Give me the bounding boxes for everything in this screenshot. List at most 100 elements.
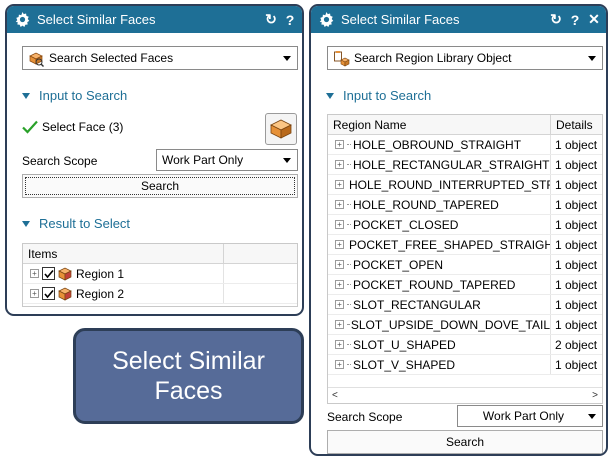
table-row[interactable]: + POCKET_CLOSED 1 object xyxy=(328,215,602,235)
region-name-cell: + SLOT_U_SHAPED xyxy=(328,335,551,354)
column-header-empty xyxy=(224,244,297,263)
region-details: 1 object xyxy=(555,197,598,212)
region-name-cell: + POCKET_FREE_SHAPED_STRAIGHT xyxy=(328,235,551,254)
close-icon[interactable]: ✕ xyxy=(588,11,600,28)
input-to-search-section[interactable]: Input to Search xyxy=(22,88,127,103)
help-icon[interactable]: ? xyxy=(569,12,581,28)
input-to-search-section[interactable]: Input to Search xyxy=(326,88,431,103)
search-type-dropdown[interactable]: Search Region Library Object xyxy=(327,46,603,70)
dialog-title-bar[interactable]: Select Similar Faces ↻ ? ✕ xyxy=(311,6,606,33)
region-name: SLOT_RECTANGULAR xyxy=(353,297,481,312)
scroll-right-icon[interactable]: > xyxy=(592,390,598,401)
expand-icon[interactable]: + xyxy=(335,200,344,209)
search-scope-value: Work Part Only xyxy=(162,153,244,167)
dialog-title: Select Similar Faces xyxy=(37,12,156,27)
expand-icon[interactable]: + xyxy=(335,300,344,309)
region-name-cell: + HOLE_RECTANGULAR_STRAIGHT xyxy=(328,155,551,174)
result-to-select-section[interactable]: Result to Select xyxy=(22,216,130,231)
region-name-cell: + SLOT_UPSIDE_DOWN_DOVE_TAIL xyxy=(328,315,551,334)
table-row[interactable]: + POCKET_ROUND_TAPERED 1 object xyxy=(328,275,602,295)
region-name-cell: + POCKET_OPEN xyxy=(328,255,551,274)
table-row[interactable]: + HOLE_ROUND_TAPERED 1 object xyxy=(328,195,602,215)
region-name: SLOT_UPSIDE_DOWN_DOVE_TAIL xyxy=(350,317,550,332)
checkbox[interactable] xyxy=(42,287,55,300)
expand-icon[interactable]: + xyxy=(335,140,344,149)
face-cube-icon xyxy=(269,117,293,141)
caption-box: Select Similar Faces xyxy=(73,328,304,424)
column-header-region-name[interactable]: Region Name xyxy=(328,115,551,134)
table-row[interactable]: + SLOT_V_SHAPED 1 object xyxy=(328,355,602,375)
table-row[interactable]: + POCKET_OPEN 1 object xyxy=(328,255,602,275)
table-row[interactable]: + HOLE_OBROUND_STRAIGHT 1 object xyxy=(328,135,602,155)
table-row[interactable]: + HOLE_ROUND_INTERRUPTED_STRA... 1 object xyxy=(328,175,602,195)
expand-icon[interactable]: + xyxy=(335,320,344,329)
select-face-row[interactable]: Select Face (3) xyxy=(22,120,123,134)
expand-icon[interactable]: + xyxy=(335,360,344,369)
reset-icon[interactable]: ↻ xyxy=(550,11,562,28)
search-scope-dropdown[interactable]: Work Part Only xyxy=(156,149,298,171)
scroll-left-icon[interactable]: < xyxy=(332,390,338,401)
help-icon[interactable]: ? xyxy=(284,12,296,28)
search-scope-value: Work Part Only xyxy=(482,409,565,423)
collapse-triangle-icon xyxy=(326,92,334,99)
region-name-cell: + HOLE_ROUND_TAPERED xyxy=(328,195,551,214)
chevron-down-icon xyxy=(283,157,291,163)
region-name-cell: + SLOT_V_SHAPED xyxy=(328,355,551,374)
search-type-value: Search Region Library Object xyxy=(354,51,512,65)
region-details: 1 object xyxy=(555,357,598,372)
region-label: Region 2 xyxy=(76,286,125,301)
dialog-title: Select Similar Faces xyxy=(341,12,460,27)
select-similar-faces-dialog-left: Select Similar Faces ↻ ? Search Selected… xyxy=(5,4,304,316)
search-scope-dropdown[interactable]: Work Part Only xyxy=(457,405,603,427)
table-row[interactable]: + SLOT_U_SHAPED 2 object xyxy=(328,335,602,355)
chevron-down-icon xyxy=(283,55,291,61)
table-row[interactable]: + SLOT_RECTANGULAR 1 object xyxy=(328,295,602,315)
region-details: 1 object xyxy=(555,257,598,272)
grid-header: Region Name Details xyxy=(328,115,602,135)
face-selector-button[interactable] xyxy=(265,113,297,145)
section-label: Result to Select xyxy=(39,216,131,231)
region-details: 1 object xyxy=(555,217,598,232)
tree-connector xyxy=(347,364,351,365)
column-header-items[interactable]: Items xyxy=(23,244,224,263)
selected-faces-icon xyxy=(28,50,45,67)
reset-icon[interactable]: ↻ xyxy=(265,11,277,28)
table-row[interactable]: + Region 1 xyxy=(23,264,297,284)
horizontal-scrollbar[interactable]: < > xyxy=(328,387,602,403)
checkmark-icon xyxy=(22,120,38,134)
search-type-value: Search Selected Faces xyxy=(49,51,174,65)
dialog-title-bar[interactable]: Select Similar Faces ↻ ? xyxy=(7,6,302,33)
checkbox[interactable] xyxy=(42,267,55,280)
expand-icon[interactable]: + xyxy=(335,180,344,189)
expand-icon[interactable]: + xyxy=(335,260,344,269)
section-label: Input to Search xyxy=(343,88,432,103)
collapse-triangle-icon xyxy=(22,92,30,99)
expand-icon[interactable]: + xyxy=(30,269,39,278)
region-name: HOLE_OBROUND_STRAIGHT xyxy=(353,137,522,152)
search-button[interactable]: Search xyxy=(327,430,603,454)
expand-icon[interactable]: + xyxy=(335,220,344,229)
region-name-cell: + HOLE_OBROUND_STRAIGHT xyxy=(328,135,551,154)
search-button[interactable]: Search xyxy=(22,174,298,198)
region-icon xyxy=(57,267,73,281)
column-header-details[interactable]: Details xyxy=(551,115,602,134)
expand-icon[interactable]: + xyxy=(335,280,344,289)
tree-connector xyxy=(347,344,351,345)
region-icon xyxy=(57,287,73,301)
table-row[interactable]: + Region 2 xyxy=(23,284,297,304)
search-type-dropdown[interactable]: Search Selected Faces xyxy=(22,46,298,70)
table-row[interactable]: + HOLE_RECTANGULAR_STRAIGHT 1 object xyxy=(328,155,602,175)
select-similar-faces-dialog-right: Select Similar Faces ↻ ? ✕ Search Region… xyxy=(309,4,608,456)
expand-icon[interactable]: + xyxy=(335,340,344,349)
region-name: HOLE_ROUND_INTERRUPTED_STRA... xyxy=(349,177,551,192)
tree-connector xyxy=(347,204,351,205)
region-details: 1 object xyxy=(555,277,598,292)
table-row[interactable]: + SLOT_UPSIDE_DOWN_DOVE_TAIL 1 object xyxy=(328,315,602,335)
expand-icon[interactable]: + xyxy=(335,160,344,169)
region-library-grid: Region Name Details + HOLE_OBROUND_STRAIG… xyxy=(327,114,603,404)
expand-icon[interactable]: + xyxy=(335,240,344,249)
tree-connector xyxy=(347,164,351,165)
search-scope-label: Search Scope xyxy=(22,154,98,168)
table-row[interactable]: + POCKET_FREE_SHAPED_STRAIGHT 1 object xyxy=(328,235,602,255)
expand-icon[interactable]: + xyxy=(30,289,39,298)
